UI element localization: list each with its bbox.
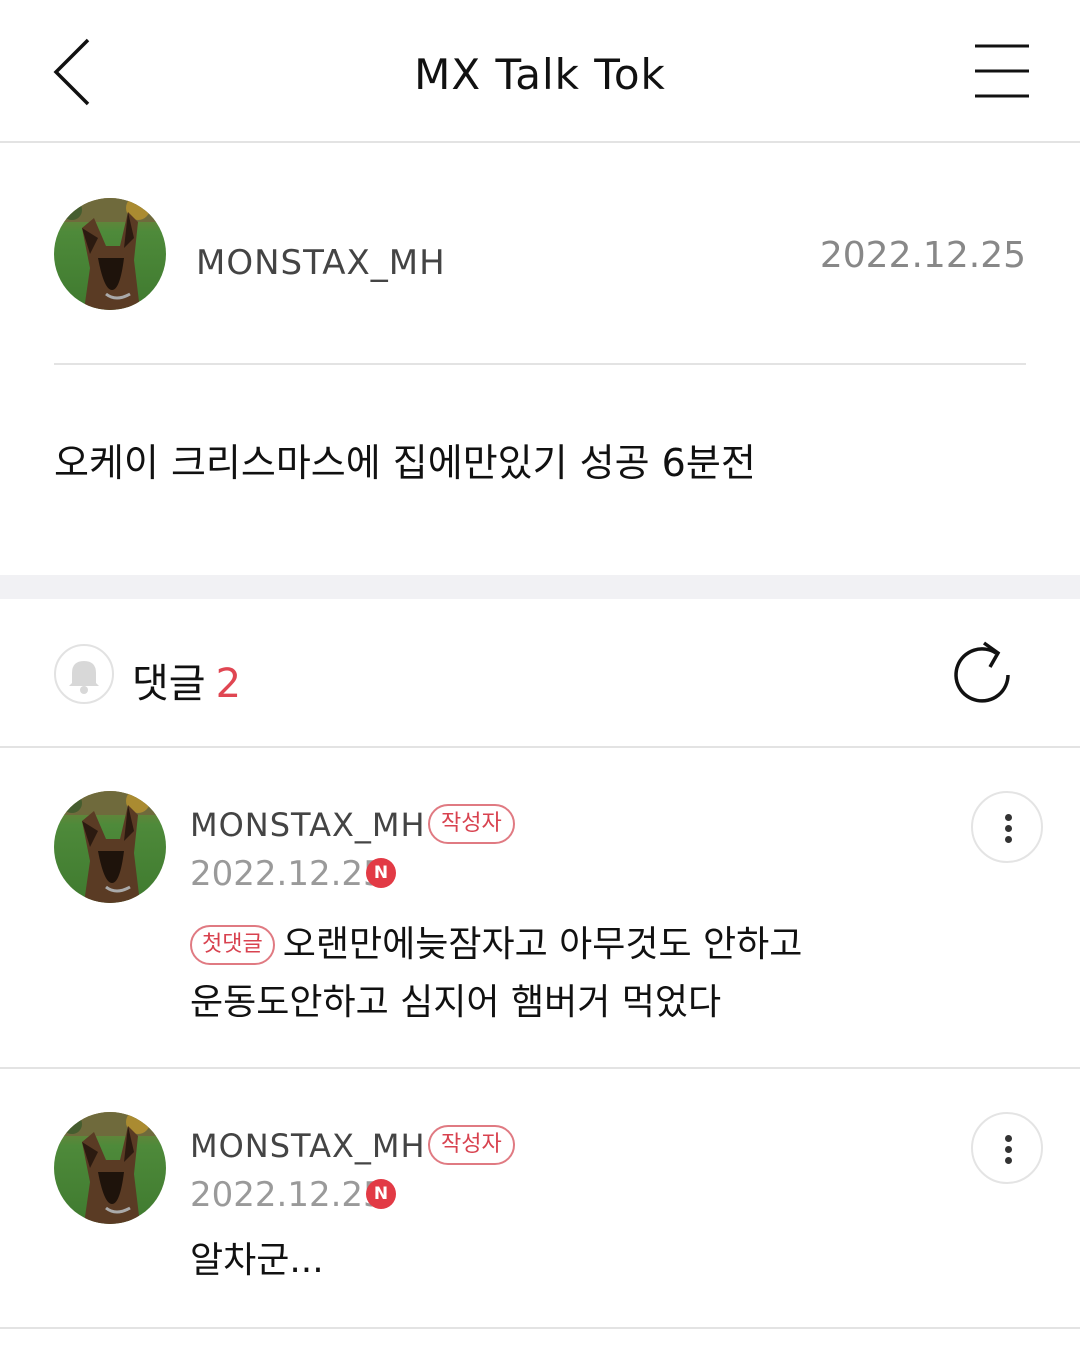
new-badge: N (366, 1179, 396, 1209)
more-vertical-icon-dot (1005, 836, 1012, 843)
post-author-row: MONSTAX_MH 2022.12.25 (0, 143, 1080, 365)
author-badge: 작성자 (428, 1125, 515, 1165)
author-badge: 작성자 (428, 804, 515, 844)
comment-date: 2022.12.25 (190, 1175, 385, 1215)
top-app-bar: MX Talk Tok (0, 0, 1080, 143)
hamburger-menu-icon (975, 44, 1029, 98)
refresh-button[interactable] (946, 637, 1022, 713)
refresh-icon (954, 641, 1010, 703)
more-options-button[interactable] (971, 791, 1043, 863)
comment-date: 2022.12.25 (190, 854, 385, 894)
avatar[interactable] (54, 198, 166, 310)
comments-header: 댓글 2 (0, 599, 1080, 748)
post-body: 오케이 크리스마스에 집에만있기 성공 6분전 (54, 441, 756, 485)
comment-item: MONSTAX_MH 작성자 2022.12.25 N 첫댓글 오랜만에늦잠자고 … (0, 748, 1080, 1069)
avatar[interactable] (54, 791, 166, 903)
post-date: 2022.12.25 (819, 235, 1026, 276)
new-badge: N (366, 858, 396, 888)
more-vertical-icon-dot (1005, 825, 1012, 832)
comment-item: MONSTAX_MH 작성자 2022.12.25 N 알차군... (0, 1069, 1080, 1329)
comment-username[interactable]: MONSTAX_MH (190, 806, 426, 844)
first-comment-badge: 첫댓글 (190, 925, 275, 965)
more-options-button[interactable] (971, 1112, 1043, 1184)
more-vertical-icon (1005, 1135, 1012, 1142)
comment-text: 알차군... (190, 1240, 324, 1281)
comment-username[interactable]: MONSTAX_MH (190, 1127, 426, 1165)
more-vertical-icon-dot (1005, 1146, 1012, 1153)
comment-line-2: 운동도안하고 심지어 햄버거 먹었다 (190, 982, 722, 1023)
section-separator (0, 575, 1080, 599)
more-vertical-icon (1005, 814, 1012, 821)
comment-line-1: 오랜만에늦잠자고 아무것도 안하고 (282, 924, 803, 965)
menu-button[interactable] (966, 38, 1038, 104)
comments-title: 댓글 2 (132, 651, 241, 709)
comments-count: 2 (215, 661, 242, 707)
bell-icon (69, 661, 99, 694)
comment-line: 첫댓글 오랜만에늦잠자고 아무것도 안하고 (190, 916, 802, 974)
notification-toggle-button[interactable] (54, 644, 114, 704)
avatar[interactable] (54, 1112, 166, 1224)
more-vertical-icon-dot (1005, 1157, 1012, 1164)
divider (54, 363, 1026, 365)
comments-label: 댓글 (132, 661, 206, 707)
post-username[interactable]: MONSTAX_MH (196, 243, 446, 283)
page-title: MX Talk Tok (414, 50, 666, 99)
comment-text: 첫댓글 오랜만에늦잠자고 아무것도 안하고 운동도안하고 심지어 햄버거 먹었다 (190, 916, 802, 1032)
